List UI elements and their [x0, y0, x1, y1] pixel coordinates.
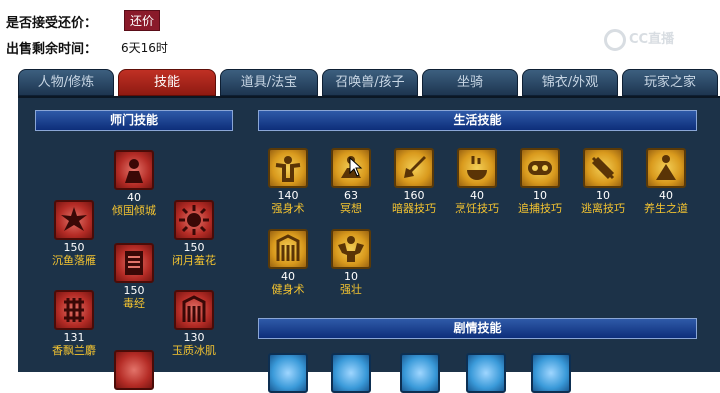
skill-level: 10	[596, 189, 610, 202]
tab-home[interactable]: 玩家之家	[622, 69, 718, 96]
section-header-master-skills: 师门技能	[35, 110, 233, 131]
skill-master-6[interactable]: 130 玉质冰肌	[164, 290, 224, 357]
skill-master-2[interactable]: 150 沉鱼落雁	[44, 200, 104, 267]
skill-master-4[interactable]: 150 毒经	[104, 243, 164, 310]
book-icon	[114, 243, 154, 283]
skill-level: 63	[344, 189, 358, 202]
section-header-life-skills: 生活技能	[258, 110, 697, 131]
cooking-icon	[457, 148, 497, 188]
skill-name: 健身术	[271, 283, 305, 296]
skill-life-7[interactable]: 40 养生之道	[636, 148, 696, 215]
skill-name: 毒经	[123, 297, 145, 310]
chase-icon	[520, 148, 560, 188]
skill-icon	[331, 353, 371, 393]
skill-story-4[interactable]	[456, 353, 516, 393]
tab-summons[interactable]: 召唤兽/孩子	[322, 69, 418, 96]
skill-icon	[114, 350, 154, 390]
skill-level: 10	[344, 270, 358, 283]
figure-icon	[114, 150, 154, 190]
skill-life-8[interactable]: 40 健身术	[258, 229, 318, 296]
skill-name: 追捕技巧	[518, 202, 562, 215]
skill-name: 强壮	[340, 283, 362, 296]
skill-level: 40	[659, 189, 673, 202]
skill-name: 逃离技巧	[581, 202, 625, 215]
health-icon	[646, 148, 686, 188]
tab-character[interactable]: 人物/修炼	[18, 69, 114, 96]
skill-icon	[466, 353, 506, 393]
tab-items[interactable]: 道具/法宝	[220, 69, 318, 96]
grid-icon	[54, 290, 94, 330]
muscle-icon	[331, 229, 371, 269]
skill-name: 暗器技巧	[392, 202, 436, 215]
skill-level: 150	[183, 241, 205, 254]
skill-level: 160	[403, 189, 425, 202]
gate-icon	[174, 290, 214, 330]
tab-outfits[interactable]: 锦衣/外观	[522, 69, 618, 96]
skill-life-4[interactable]: 40 烹饪技巧	[447, 148, 507, 215]
time-remaining-value: 6天16时	[121, 41, 168, 55]
skill-master-1[interactable]: 40 倾国倾城	[104, 150, 164, 217]
skill-name: 烹饪技巧	[455, 202, 499, 215]
skill-level: 40	[470, 189, 484, 202]
escape-icon	[583, 148, 623, 188]
skill-name: 强身术	[271, 202, 305, 215]
mouse-cursor-icon	[349, 156, 363, 181]
skill-life-9[interactable]: 10 强壮	[321, 229, 381, 296]
skill-level: 40	[281, 270, 295, 283]
tab-skills[interactable]: 技能	[118, 69, 216, 96]
skill-icon	[268, 353, 308, 393]
skill-name: 冥想	[340, 202, 362, 215]
watermark: CC直播	[604, 28, 674, 51]
skill-life-1[interactable]: 140 强身术	[258, 148, 318, 215]
strength-icon	[268, 148, 308, 188]
tab-mounts[interactable]: 坐骑	[422, 69, 518, 96]
fitness-icon	[268, 229, 308, 269]
section-header-story-skills: 剧情技能	[258, 318, 697, 339]
time-remaining-label: 出售剩余时间：	[6, 42, 98, 57]
skill-master-3[interactable]: 150 闭月羞花	[164, 200, 224, 267]
skill-life-6[interactable]: 10 逃离技巧	[573, 148, 633, 215]
skill-life-5[interactable]: 10 追捕技巧	[510, 148, 570, 215]
skill-story-5[interactable]	[521, 353, 581, 393]
skill-story-2[interactable]	[321, 353, 381, 393]
skill-name: 倾国倾城	[112, 204, 156, 217]
skill-name: 玉质冰肌	[172, 344, 216, 357]
skill-name: 养生之道	[644, 202, 688, 215]
skill-life-3[interactable]: 160 暗器技巧	[384, 148, 444, 215]
skill-level: 130	[183, 331, 205, 344]
skill-story-1[interactable]	[258, 353, 318, 393]
skill-name: 香飘兰麝	[52, 344, 96, 357]
skill-icon	[400, 353, 440, 393]
bargain-label: 是否接受还价：	[6, 16, 98, 31]
skill-master-7[interactable]	[104, 350, 164, 390]
skill-level: 150	[123, 284, 145, 297]
watermark-text: CC直播	[629, 32, 675, 47]
skill-story-3[interactable]	[390, 353, 450, 393]
skill-level: 140	[277, 189, 299, 202]
dart-icon	[394, 148, 434, 188]
skill-level: 150	[63, 241, 85, 254]
skill-name: 闭月羞花	[172, 254, 216, 267]
skill-level: 10	[533, 189, 547, 202]
skill-level: 131	[63, 331, 85, 344]
watermark-logo-icon	[604, 28, 626, 51]
skill-level: 40	[127, 191, 141, 204]
bargain-button[interactable]: 还价	[124, 10, 160, 31]
skill-icon	[531, 353, 571, 393]
burst-icon	[54, 200, 94, 240]
skill-master-5[interactable]: 131 香飘兰麝	[44, 290, 104, 357]
skill-name: 沉鱼落雁	[52, 254, 96, 267]
sun-icon	[174, 200, 214, 240]
